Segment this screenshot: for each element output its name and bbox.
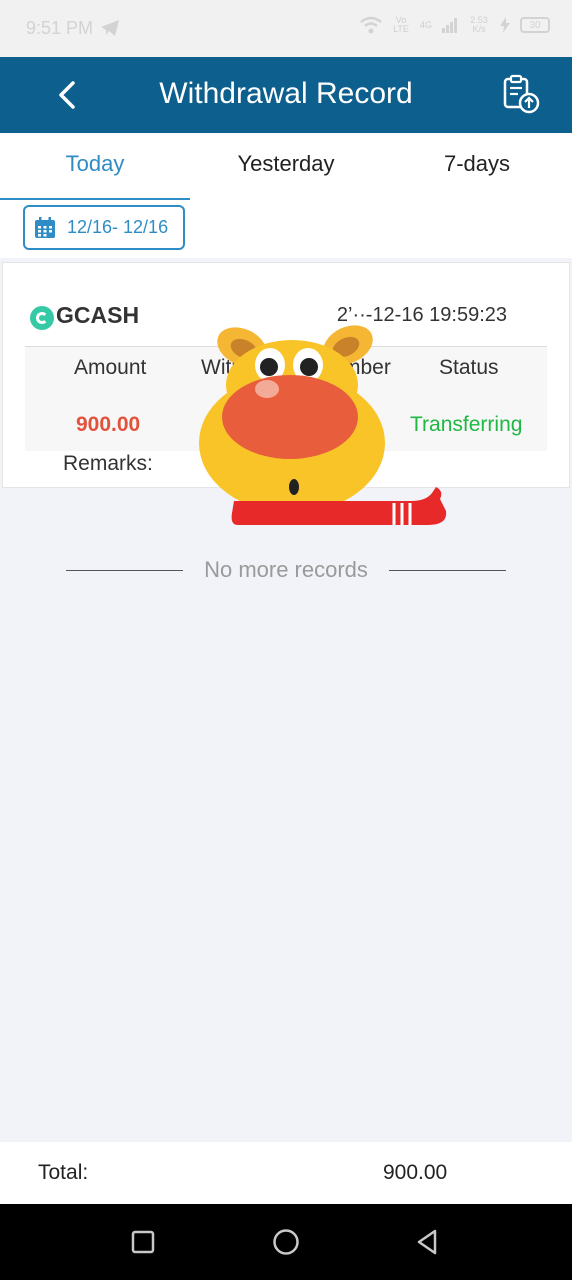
- tab-7-days-label: 7-days: [443, 151, 511, 176]
- amount-value: 900.00: [76, 413, 141, 436]
- tab-yesterday[interactable]: Yesterday: [191, 133, 381, 200]
- status-bar: 9:51 PM Vo LTE 4G 2.53 K/s 30: [0, 0, 572, 57]
- wifi-icon: [360, 16, 382, 34]
- total-label: Total:: [38, 1161, 89, 1184]
- tab-today[interactable]: Today: [0, 133, 190, 201]
- header: Withdrawal Record: [0, 57, 572, 133]
- status-icons: Vo LTE 4G 2.53 K/s 30: [360, 16, 550, 34]
- remarks-label: Remarks:: [63, 452, 153, 475]
- calendar-icon: [35, 216, 55, 238]
- no-more-records: No more records: [0, 555, 572, 585]
- date-range-picker[interactable]: 12/16- 12/16: [23, 205, 185, 250]
- export-record-icon[interactable]: [500, 73, 542, 115]
- date-range-text: 12/16- 12/16: [67, 217, 169, 237]
- status-time: 9:51 PM: [26, 18, 94, 38]
- network-speed: 2.53 K/s: [470, 15, 488, 34]
- battery-icon: 30: [520, 17, 550, 33]
- no-more-right-line: [389, 570, 506, 571]
- tab-today-label: Today: [65, 151, 125, 176]
- battery-level: 30: [529, 19, 541, 31]
- charging-icon: [500, 17, 510, 33]
- filter-bar: 12/16- 12/16: [0, 200, 572, 258]
- page-title: Withdrawal Record: [159, 77, 413, 110]
- mascot: [199, 325, 447, 525]
- amount-header: Amount: [74, 356, 147, 379]
- record-time: 2’··-12-16 19:59:23: [336, 304, 507, 326]
- total-bar: Total: 900.00: [0, 1142, 572, 1204]
- signal-icon: [442, 18, 457, 33]
- payment-method: GCASH: [56, 302, 140, 328]
- date-tabs: Today Yesterday 7-days: [0, 133, 572, 201]
- total-value: 900.00: [383, 1161, 448, 1184]
- tab-yesterday-label: Yesterday: [237, 151, 335, 176]
- network-gen: 4G: [419, 19, 432, 30]
- telegram-icon: [101, 20, 119, 36]
- circle-nav-icon[interactable]: [271, 1227, 301, 1257]
- triangle-nav-icon[interactable]: [413, 1227, 443, 1257]
- system-nav-bar: [0, 1204, 572, 1280]
- gcash-logo: [30, 306, 54, 330]
- tab-7-days[interactable]: 7-days: [382, 133, 572, 200]
- volte-label: Vo LTE: [393, 15, 409, 34]
- square-nav-icon[interactable]: [128, 1227, 158, 1257]
